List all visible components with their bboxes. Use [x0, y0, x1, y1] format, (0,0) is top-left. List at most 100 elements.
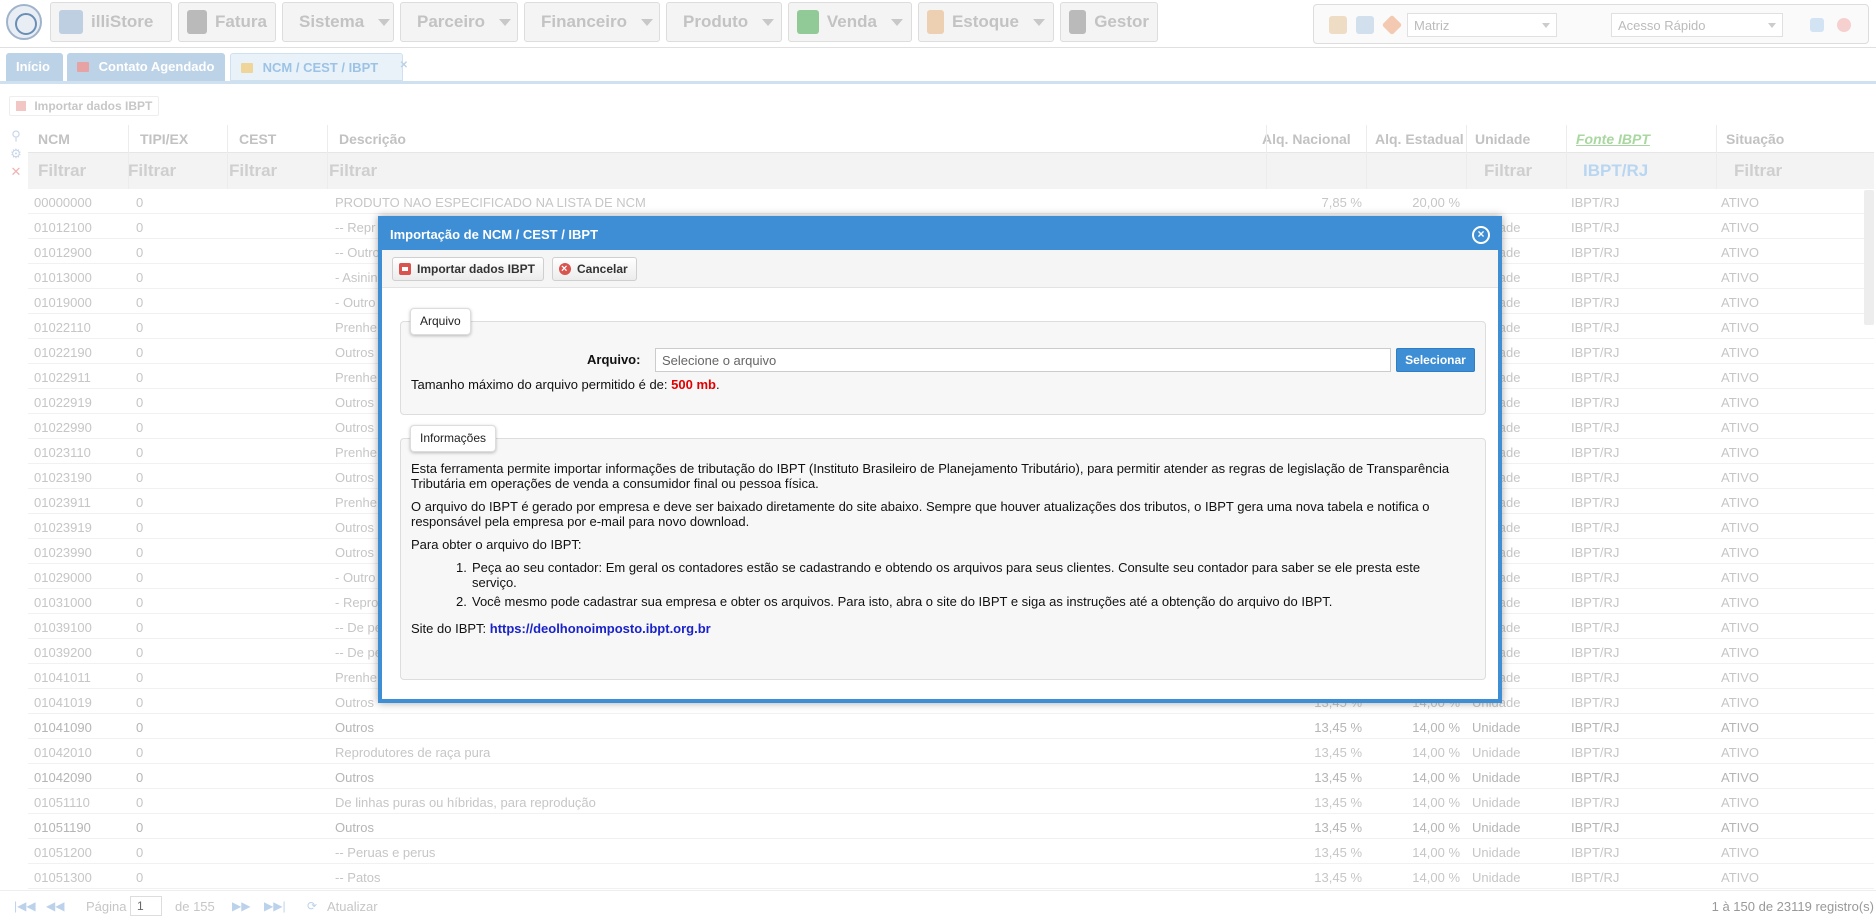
gear-icon[interactable]: ⚙ [8, 146, 24, 164]
refresh-icon[interactable]: ⟳ [307, 899, 317, 913]
user-icon[interactable] [1329, 16, 1347, 34]
next-page-icon[interactable]: ▶▶ [232, 899, 250, 913]
tab-contato-agendado[interactable]: Contato Agendado [67, 53, 225, 81]
col-header-cest[interactable]: CEST [239, 131, 276, 147]
tab-inicio[interactable]: Início [6, 53, 63, 81]
cell-tipi: 0 [136, 220, 144, 235]
table-row[interactable]: 01051300 0 -- Patos 13,45 % 14,00 % Unidade IB… [28, 864, 1874, 889]
menu-gestor[interactable]: Gestor [1060, 2, 1158, 42]
cell-ncm: 01019000 [34, 295, 92, 310]
cell-fonte: IBPT/RJ [1571, 820, 1620, 835]
cell-alq-estadual: 14,00 % [1412, 770, 1460, 785]
menu-financeiro[interactable]: Financeiro [524, 2, 660, 42]
menu-venda[interactable]: Venda [788, 2, 912, 42]
close-tab-icon[interactable]: ✕ [400, 52, 408, 80]
cell-situacao: ATIVO [1721, 520, 1760, 535]
col-header-unidade[interactable]: Unidade [1475, 131, 1530, 147]
prev-page-icon[interactable]: ◀◀ [46, 899, 64, 913]
menu-sistema[interactable]: Sistema [282, 2, 394, 42]
clear-filter-icon[interactable]: ✕ [8, 164, 24, 182]
menu-label: Fatura [215, 12, 267, 31]
menu-label: Venda [826, 12, 877, 31]
cart-icon [797, 10, 819, 34]
col-header-alq-estadual[interactable]: Alq. Estadual [1375, 131, 1464, 147]
arquivo-file-input[interactable]: Selecione o arquivo [655, 348, 1391, 372]
table-row[interactable]: 01051110 0 De linhas puras ou híbridas, pa… [28, 789, 1874, 814]
table-row[interactable]: 00000000 0 PRODUTO NAO ESPECIFICADO NA LIS… [28, 189, 1874, 214]
col-header-fonte-ibpt[interactable]: Fonte IBPT [1576, 131, 1650, 147]
table-row[interactable]: 01051200 0 -- Peruas e perus 13,45 % 14,00 %… [28, 839, 1874, 864]
filter-situacao[interactable]: Filtrar [1734, 161, 1782, 181]
col-header-alq-nacional[interactable]: Alq. Nacional [1262, 131, 1351, 147]
grid-scrollbar[interactable] [1864, 190, 1874, 325]
step-text: Peça ao seu contador: Em geral os contad… [472, 560, 1421, 590]
cell-unidade: Unidade [1472, 745, 1521, 760]
cell-fonte: IBPT/RJ [1571, 870, 1620, 885]
cell-ncm: 01051200 [34, 845, 92, 860]
cell-tipi: 0 [136, 470, 144, 485]
cell-descricao: Reprodutores de raça pura [335, 745, 491, 760]
dialog-title-bar[interactable]: Importação de NCM / CEST / IBPT × [382, 220, 1498, 250]
table-row[interactable]: 01041090 0 Outros 13,45 % 14,00 % Unidade IBPT… [28, 714, 1874, 739]
ibpt-site-link[interactable]: https://deolhonoimposto.ibpt.org.br [490, 621, 711, 636]
cell-fonte: IBPT/RJ [1571, 520, 1620, 535]
refresh-button[interactable]: Atualizar [327, 899, 378, 914]
filter-unidade[interactable]: Filtrar [1484, 161, 1532, 181]
cell-descricao: Prenhe [335, 370, 377, 385]
branch-select[interactable]: Matriz [1407, 13, 1557, 37]
col-header-descricao[interactable]: Descrição [339, 131, 406, 147]
cell-tipi: 0 [136, 670, 144, 685]
page-number-input[interactable]: 1 [130, 896, 162, 916]
filter-cest[interactable]: Filtrar [229, 161, 277, 181]
cell-ncm: 01039100 [34, 620, 92, 635]
calendar-icon [77, 62, 89, 72]
branch-select-value: Matriz [1414, 18, 1450, 33]
col-header-ncm[interactable]: NCM [38, 131, 70, 147]
cell-tipi: 0 [136, 195, 144, 210]
tab-ncm-cest-ibpt[interactable]: NCM / CEST / IBPT ✕ [230, 53, 408, 81]
col-header-tipi[interactable]: TIPI/EX [140, 131, 188, 147]
table-row[interactable]: 01051190 0 Outros 13,45 % 14,00 % Unidade IBPT… [28, 814, 1874, 839]
app-logo-icon[interactable] [6, 4, 42, 40]
dialog-cancel-button[interactable]: Cancelar [552, 257, 637, 281]
cell-ncm: 01029000 [34, 570, 92, 585]
power-icon[interactable] [1837, 18, 1851, 32]
filter-descricao[interactable]: Filtrar [329, 161, 377, 181]
info-paragraph-3: Para obter o arquivo do IBPT: [411, 537, 582, 552]
import-ibpt-button[interactable]: Importar dados IBPT [9, 96, 160, 116]
cell-descricao: De linhas puras ou híbridas, para reprod… [335, 795, 596, 810]
quick-access-placeholder: Acesso Rápido [1618, 18, 1706, 33]
first-page-icon[interactable]: |◀◀ [14, 899, 36, 913]
menu-parceiro[interactable]: Parceiro [400, 2, 518, 42]
cell-situacao: ATIVO [1721, 420, 1760, 435]
info-paragraph-1: Esta ferramenta permite importar informa… [411, 461, 1450, 491]
filter-ncm[interactable]: Filtrar [38, 161, 86, 181]
last-page-icon[interactable]: ▶▶| [264, 899, 286, 913]
alert-icon[interactable] [1381, 14, 1403, 36]
cell-situacao: ATIVO [1721, 620, 1760, 635]
menu-fatura[interactable]: Fatura [178, 2, 276, 42]
filter-fonte[interactable]: IBPT/RJ [1583, 161, 1648, 181]
cell-tipi: 0 [136, 770, 144, 785]
table-row[interactable]: 01042090 0 Outros 13,45 % 14,00 % Unidade IBPT… [28, 764, 1874, 789]
cell-tipi: 0 [136, 620, 144, 635]
chat-icon[interactable] [1356, 16, 1374, 34]
cell-situacao: ATIVO [1721, 745, 1760, 760]
select-file-button[interactable]: Selecionar [1396, 348, 1475, 372]
search-icon[interactable]: ⚲ [8, 128, 24, 146]
table-row[interactable]: 01042010 0 Reprodutores de raça pura 13,45 … [28, 739, 1874, 764]
arquivo-fieldset: Arquivo Arquivo: Selecione o arquivo Sel… [400, 308, 1486, 415]
quick-access-select[interactable]: Acesso Rápido [1611, 13, 1783, 37]
menu-estoque[interactable]: Estoque [918, 2, 1054, 42]
cell-situacao: ATIVO [1721, 770, 1760, 785]
message-icon[interactable] [1810, 18, 1824, 32]
informacoes-legend: Informações [410, 425, 497, 452]
dialog-import-button[interactable]: Importar dados IBPT [392, 257, 545, 281]
col-header-situacao[interactable]: Situação [1726, 131, 1784, 147]
menu-produto[interactable]: Produto [666, 2, 782, 42]
cell-descricao: -- Repr [335, 220, 376, 235]
close-icon[interactable]: × [1472, 226, 1490, 244]
menu-illistore[interactable]: illiStore [50, 2, 172, 42]
cell-ncm: 01023919 [34, 520, 92, 535]
filter-tipi[interactable]: Filtrar [128, 161, 176, 181]
